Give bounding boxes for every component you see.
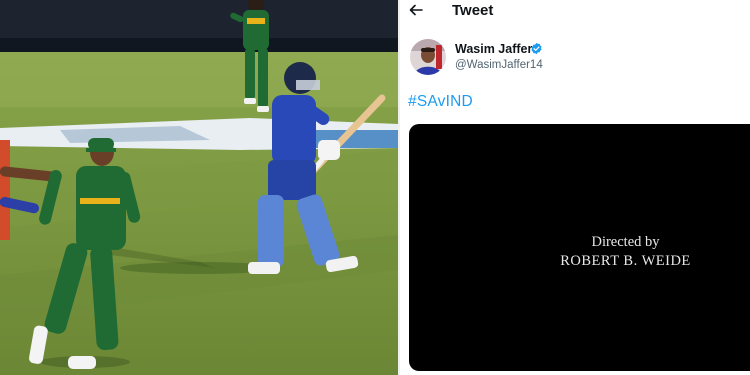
tweet-header-title: Tweet bbox=[452, 2, 494, 19]
author-handle[interactable]: @WasimJaffer14 bbox=[455, 59, 543, 71]
tweet-header-bar: Tweet bbox=[400, 0, 750, 24]
tweet-panel: Tweet Wasim Jaffer @WasimJaffer14 #SAvIN… bbox=[400, 0, 750, 375]
media-credit-line-2: ROBERT B. WEIDE bbox=[560, 253, 691, 269]
verified-badge-icon bbox=[531, 42, 542, 55]
tweet-hashtag-link[interactable]: #SAvIND bbox=[408, 93, 473, 111]
cricket-photo bbox=[0, 0, 398, 375]
author-display-name[interactable]: Wasim Jaffer bbox=[455, 42, 532, 56]
avatar-image bbox=[410, 39, 446, 75]
media-credit-line-1: Directed by bbox=[591, 234, 660, 250]
tweet-media[interactable]: Directed by ROBERT B. WEIDE bbox=[409, 124, 750, 371]
cricket-scene bbox=[0, 0, 398, 375]
author-avatar[interactable] bbox=[410, 39, 446, 75]
back-arrow-icon[interactable] bbox=[409, 3, 423, 17]
